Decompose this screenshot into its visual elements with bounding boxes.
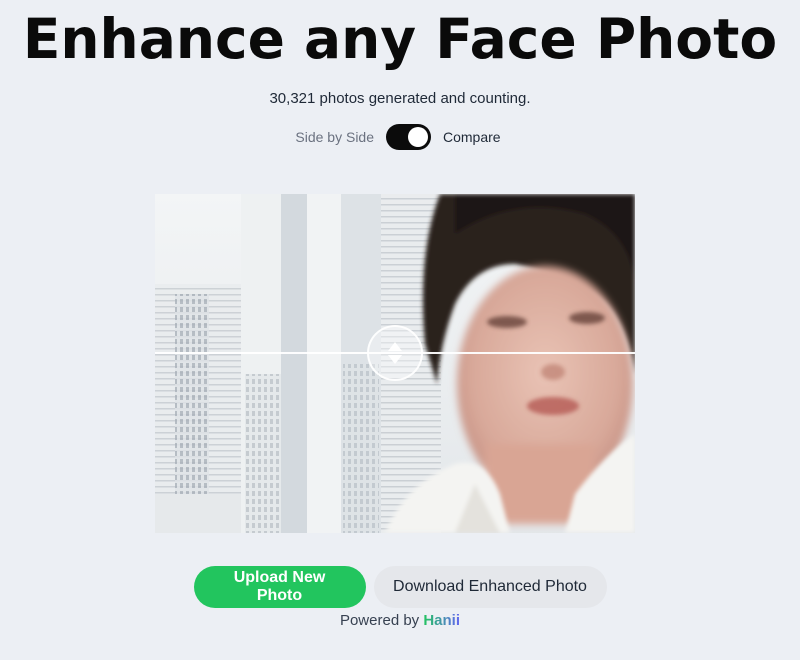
compare-label[interactable]: Compare xyxy=(443,129,501,145)
toggle-knob xyxy=(408,127,428,147)
compare-viewer[interactable] xyxy=(155,194,635,533)
page-title: Enhance any Face Photo xyxy=(22,7,778,71)
side-by-side-label[interactable]: Side by Side xyxy=(295,129,374,145)
brand-link[interactable]: Hanii xyxy=(423,612,460,629)
compare-slider-handle[interactable] xyxy=(367,325,423,381)
powered-by-prefix: Powered by xyxy=(339,612,420,629)
view-toggle-row: Side by Side Compare xyxy=(0,124,800,150)
download-enhanced-photo-button[interactable]: Download Enhanced Photo xyxy=(373,566,607,608)
action-buttons: Upload New Photo Download Enhanced Photo xyxy=(0,566,800,608)
powered-by: Powered by Hanii xyxy=(0,612,800,629)
arrow-down-icon xyxy=(388,355,402,364)
view-mode-toggle[interactable] xyxy=(386,124,431,150)
arrow-up-icon xyxy=(388,342,402,351)
upload-new-photo-button[interactable]: Upload New Photo xyxy=(193,566,366,608)
photo-counter: 30,321 photos generated and counting. xyxy=(269,90,531,107)
page: Enhance any Face Photo 30,321 photos gen… xyxy=(0,0,800,660)
